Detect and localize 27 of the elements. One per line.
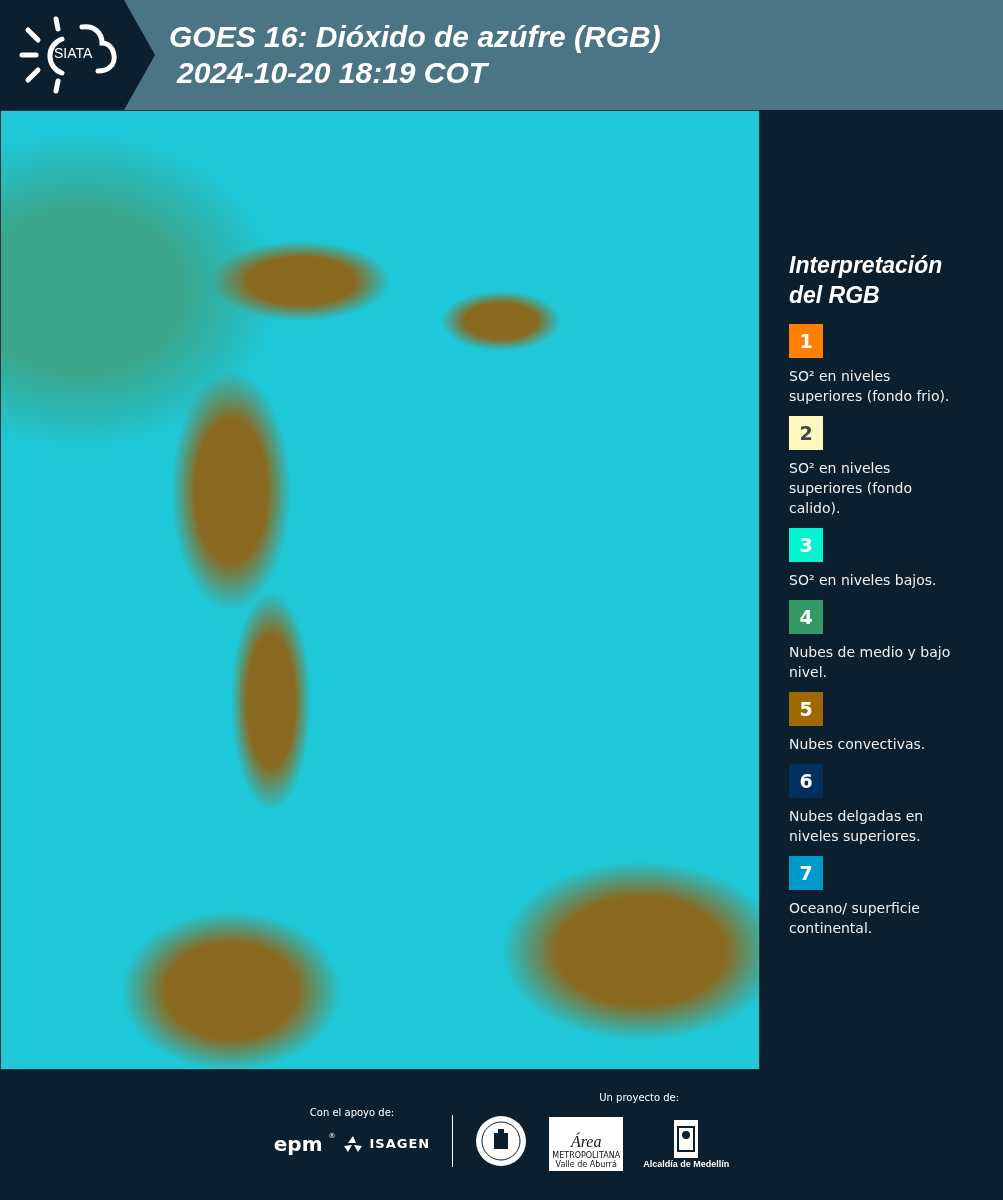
logo-text: SIATA — [54, 45, 93, 61]
legend-title: Interpretación del RGB — [789, 251, 944, 310]
color-swatch: 6 — [789, 764, 823, 798]
legend-text: Nubes delgadas en niveles superiores. — [789, 807, 925, 846]
color-swatch: 4 — [789, 600, 823, 634]
seal-icon — [475, 1115, 528, 1167]
isagen-logo-text: ISAGEN — [369, 1136, 431, 1151]
support-label: Con el apoyo de: — [309, 1106, 395, 1118]
area-logo-caption: Valle de Aburrá — [555, 1159, 617, 1169]
timestamp: 2024-10-20 18:19 COT — [175, 55, 490, 91]
color-swatch: 5 — [789, 692, 823, 726]
legend-text: SO² en niveles superiores (fondo frio). — [789, 367, 951, 406]
page-title: GOES 16: Dióxido de azúfre (RGB) — [169, 19, 661, 55]
color-swatch: 2 — [789, 416, 823, 450]
alcaldia-logo-text: Alcaldía de Medellín — [643, 1158, 730, 1169]
legend-text: Nubes de medio y bajo nivel. — [789, 643, 952, 682]
legend-text: SO² en niveles bajos. — [789, 571, 938, 590]
legend-text: Nubes convectivas. — [789, 735, 927, 754]
color-swatch: 7 — [789, 856, 823, 890]
epm-logo-text: epm — [273, 1131, 323, 1156]
project-label: Un proyecto de: — [599, 1091, 680, 1103]
legend-text: SO² en niveles superiores (fondo calido). — [789, 459, 913, 518]
legend-text: Oceano/ superficie continental. — [789, 899, 921, 938]
area-logo-text: Área — [570, 1132, 602, 1151]
area-logo-subtitle: METROPOLITANA — [552, 1150, 621, 1160]
color-swatch: 1 — [789, 324, 823, 358]
color-swatch: 3 — [789, 528, 823, 562]
